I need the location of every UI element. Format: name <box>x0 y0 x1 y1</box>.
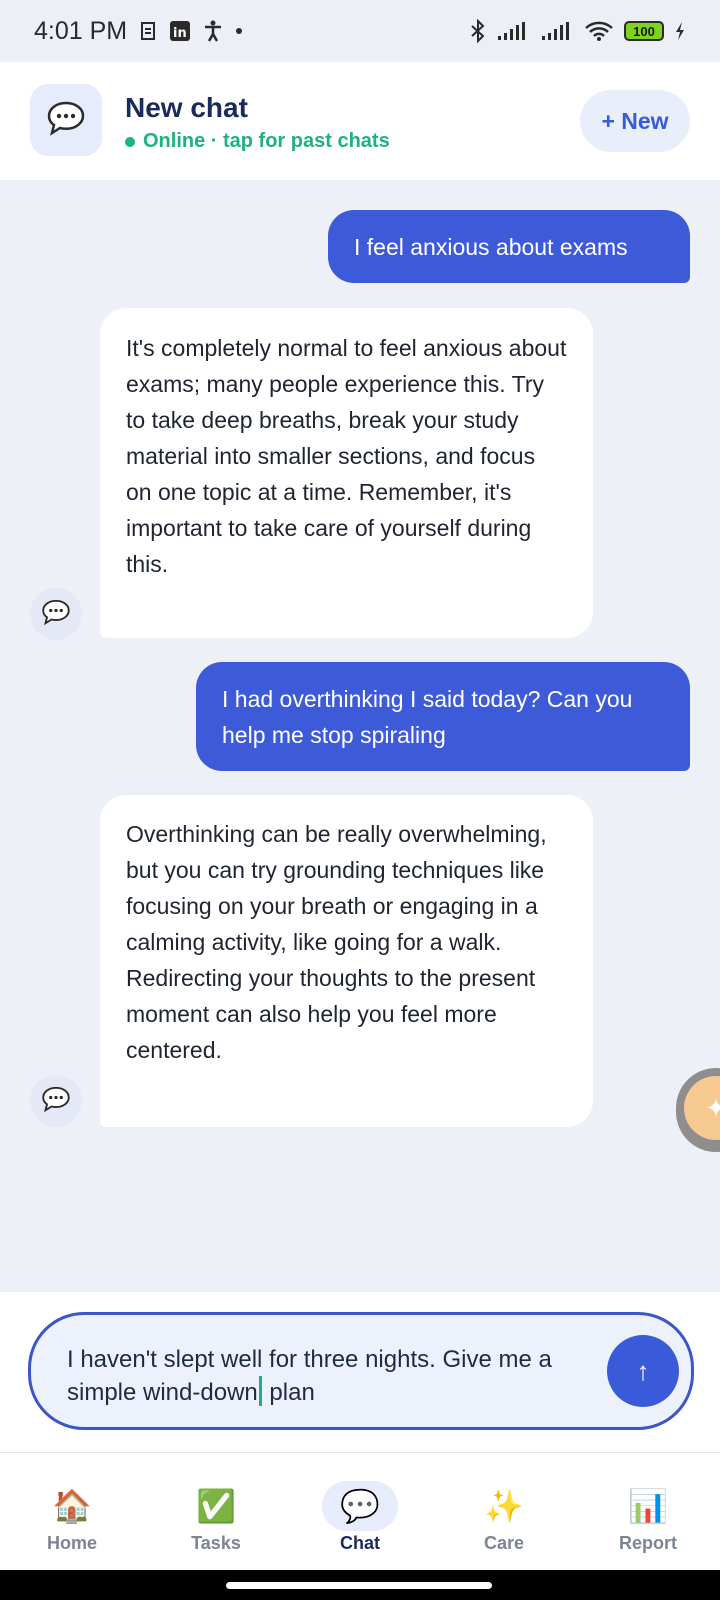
signal-icon <box>540 21 574 41</box>
status-bar: 4:01 PM in 100 <box>0 0 720 62</box>
page-title: New chat <box>125 92 248 123</box>
home-icon: 🏠 <box>52 1488 92 1524</box>
new-chat-button[interactable]: + New <box>580 90 690 152</box>
chat-bubble-icon <box>41 1085 71 1118</box>
accessibility-icon <box>203 20 223 42</box>
chat-bubble-icon <box>46 100 86 141</box>
linkedin-icon: in <box>169 20 191 42</box>
bot-message: Overthinking can be really overwhelming,… <box>100 795 593 1127</box>
chat-status[interactable]: Online · tap for past chats <box>125 130 390 153</box>
signal-icon <box>496 21 530 41</box>
wifi-icon <box>584 20 614 42</box>
chat-avatar <box>30 84 102 156</box>
bot-avatar <box>30 1075 82 1127</box>
chat-header[interactable]: New chat Online · tap for past chats + N… <box>0 62 720 180</box>
message-text: I feel anxious about exams <box>354 233 628 260</box>
online-dot-icon <box>125 136 135 147</box>
nav-label: Chat <box>340 1533 380 1553</box>
bar-chart-icon: 📊 <box>628 1488 668 1524</box>
bluetooth-icon <box>470 19 486 43</box>
bot-message: It's completely normal to feel anxious a… <box>100 308 593 638</box>
nav-item-tasks[interactable]: ✅ Tasks <box>144 1453 288 1571</box>
checkmark-icon: ✅ <box>196 1488 236 1524</box>
send-button[interactable]: ↑ <box>607 1335 679 1407</box>
message-input[interactable]: I haven't slept well for three nights. G… <box>28 1312 694 1430</box>
sim-icon <box>139 20 157 42</box>
floating-assistant-handle[interactable]: ✦ <box>676 1068 720 1152</box>
sparkles-icon: ✨ <box>484 1488 524 1524</box>
nav-label: Care <box>483 1533 525 1553</box>
status-right: 100 <box>470 19 686 43</box>
charging-icon <box>674 21 686 41</box>
nav-item-home[interactable]: 🏠 Home <box>0 1453 144 1571</box>
message-text: It's completely normal to feel anxious a… <box>126 335 567 577</box>
composer-area: I haven't slept well for three nights. G… <box>0 1292 720 1452</box>
floating-assistant-icon: ✦ <box>684 1076 720 1140</box>
chat-bubble-icon: 💬 <box>322 1481 398 1531</box>
user-message: I had overthinking I said today? Can you… <box>196 662 690 771</box>
message-input-text[interactable]: I haven't slept well for three nights. G… <box>67 1343 587 1409</box>
message-text: Overthinking can be really overwhelming,… <box>126 821 547 1063</box>
arrow-up-icon: ↑ <box>636 1355 650 1386</box>
notification-dot-icon <box>235 27 243 35</box>
message-text: I had overthinking I said today? Can you… <box>222 686 633 748</box>
home-gesture-handle[interactable] <box>226 1582 492 1589</box>
nav-label: Home <box>46 1533 97 1553</box>
status-left: 4:01 PM in <box>34 17 243 46</box>
chat-status-label: Online · tap for past chats <box>143 130 390 152</box>
input-text-after-cursor: plan <box>262 1379 315 1406</box>
user-message: I feel anxious about exams <box>328 210 690 283</box>
nav-label: Tasks <box>191 1533 241 1553</box>
chat-bubble-icon <box>41 598 71 631</box>
gesture-bar <box>0 1570 720 1600</box>
nav-item-chat[interactable]: 💬 Chat <box>288 1453 432 1571</box>
bot-avatar <box>30 588 82 640</box>
text-cursor <box>258 1376 262 1406</box>
bottom-nav: 🏠 Home ✅ Tasks 💬 Chat ✨ Care 📊 Report <box>0 1452 720 1571</box>
svg-text:in: in <box>173 26 187 41</box>
nav-label: Report <box>619 1533 677 1553</box>
nav-item-care[interactable]: ✨ Care <box>432 1453 576 1571</box>
nav-item-report[interactable]: 📊 Report <box>576 1453 720 1571</box>
status-time: 4:01 PM <box>34 16 128 45</box>
battery-icon: 100 <box>624 21 664 41</box>
